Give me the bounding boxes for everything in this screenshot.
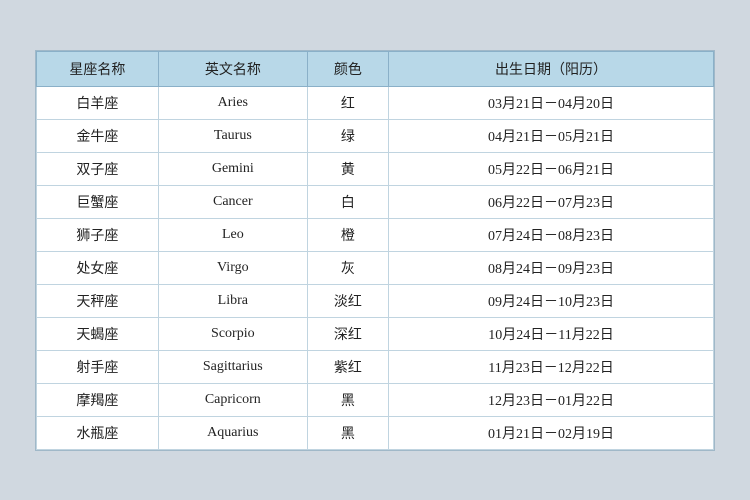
cell-zh: 水瓶座 — [37, 416, 159, 449]
zodiac-table: 星座名称 英文名称 颜色 出生日期（阳历） 白羊座Aries红03月21日－04… — [36, 51, 714, 450]
cell-color: 橙 — [307, 218, 388, 251]
cell-color: 白 — [307, 185, 388, 218]
header-color: 颜色 — [307, 51, 388, 86]
cell-zh: 白羊座 — [37, 86, 159, 119]
table-header-row: 星座名称 英文名称 颜色 出生日期（阳历） — [37, 51, 714, 86]
table-row: 白羊座Aries红03月21日－04月20日 — [37, 86, 714, 119]
table-row: 双子座Gemini黄05月22日－06月21日 — [37, 152, 714, 185]
cell-en: Gemini — [158, 152, 307, 185]
table-row: 摩羯座Capricorn黑12月23日－01月22日 — [37, 383, 714, 416]
table-row: 天蝎座Scorpio深红10月24日－11月22日 — [37, 317, 714, 350]
cell-en: Aries — [158, 86, 307, 119]
cell-color: 黑 — [307, 416, 388, 449]
cell-en: Cancer — [158, 185, 307, 218]
cell-color: 绿 — [307, 119, 388, 152]
cell-en: Scorpio — [158, 317, 307, 350]
cell-date: 03月21日－04月20日 — [389, 86, 714, 119]
cell-en: Aquarius — [158, 416, 307, 449]
cell-date: 11月23日－12月22日 — [389, 350, 714, 383]
table-body: 白羊座Aries红03月21日－04月20日金牛座Taurus绿04月21日－0… — [37, 86, 714, 449]
cell-color: 灰 — [307, 251, 388, 284]
cell-zh: 射手座 — [37, 350, 159, 383]
cell-date: 07月24日－08月23日 — [389, 218, 714, 251]
cell-zh: 狮子座 — [37, 218, 159, 251]
table-row: 天秤座Libra淡红09月24日－10月23日 — [37, 284, 714, 317]
table-row: 水瓶座Aquarius黑01月21日－02月19日 — [37, 416, 714, 449]
cell-date: 01月21日－02月19日 — [389, 416, 714, 449]
cell-date: 12月23日－01月22日 — [389, 383, 714, 416]
cell-en: Capricorn — [158, 383, 307, 416]
table-row: 射手座Sagittarius紫红11月23日－12月22日 — [37, 350, 714, 383]
cell-color: 淡红 — [307, 284, 388, 317]
cell-color: 黑 — [307, 383, 388, 416]
cell-color: 红 — [307, 86, 388, 119]
cell-color: 深红 — [307, 317, 388, 350]
header-en: 英文名称 — [158, 51, 307, 86]
cell-color: 紫红 — [307, 350, 388, 383]
table-row: 金牛座Taurus绿04月21日－05月21日 — [37, 119, 714, 152]
cell-zh: 摩羯座 — [37, 383, 159, 416]
cell-en: Virgo — [158, 251, 307, 284]
cell-color: 黄 — [307, 152, 388, 185]
cell-date: 04月21日－05月21日 — [389, 119, 714, 152]
cell-en: Libra — [158, 284, 307, 317]
cell-en: Sagittarius — [158, 350, 307, 383]
cell-date: 05月22日－06月21日 — [389, 152, 714, 185]
cell-date: 09月24日－10月23日 — [389, 284, 714, 317]
table-row: 巨蟹座Cancer白06月22日－07月23日 — [37, 185, 714, 218]
table-row: 狮子座Leo橙07月24日－08月23日 — [37, 218, 714, 251]
cell-en: Taurus — [158, 119, 307, 152]
cell-zh: 处女座 — [37, 251, 159, 284]
cell-zh: 天秤座 — [37, 284, 159, 317]
header-date: 出生日期（阳历） — [389, 51, 714, 86]
header-zh: 星座名称 — [37, 51, 159, 86]
table-row: 处女座Virgo灰08月24日－09月23日 — [37, 251, 714, 284]
cell-date: 08月24日－09月23日 — [389, 251, 714, 284]
cell-zh: 双子座 — [37, 152, 159, 185]
cell-zh: 金牛座 — [37, 119, 159, 152]
cell-zh: 天蝎座 — [37, 317, 159, 350]
cell-date: 06月22日－07月23日 — [389, 185, 714, 218]
cell-zh: 巨蟹座 — [37, 185, 159, 218]
cell-en: Leo — [158, 218, 307, 251]
cell-date: 10月24日－11月22日 — [389, 317, 714, 350]
zodiac-table-container: 星座名称 英文名称 颜色 出生日期（阳历） 白羊座Aries红03月21日－04… — [35, 50, 715, 451]
